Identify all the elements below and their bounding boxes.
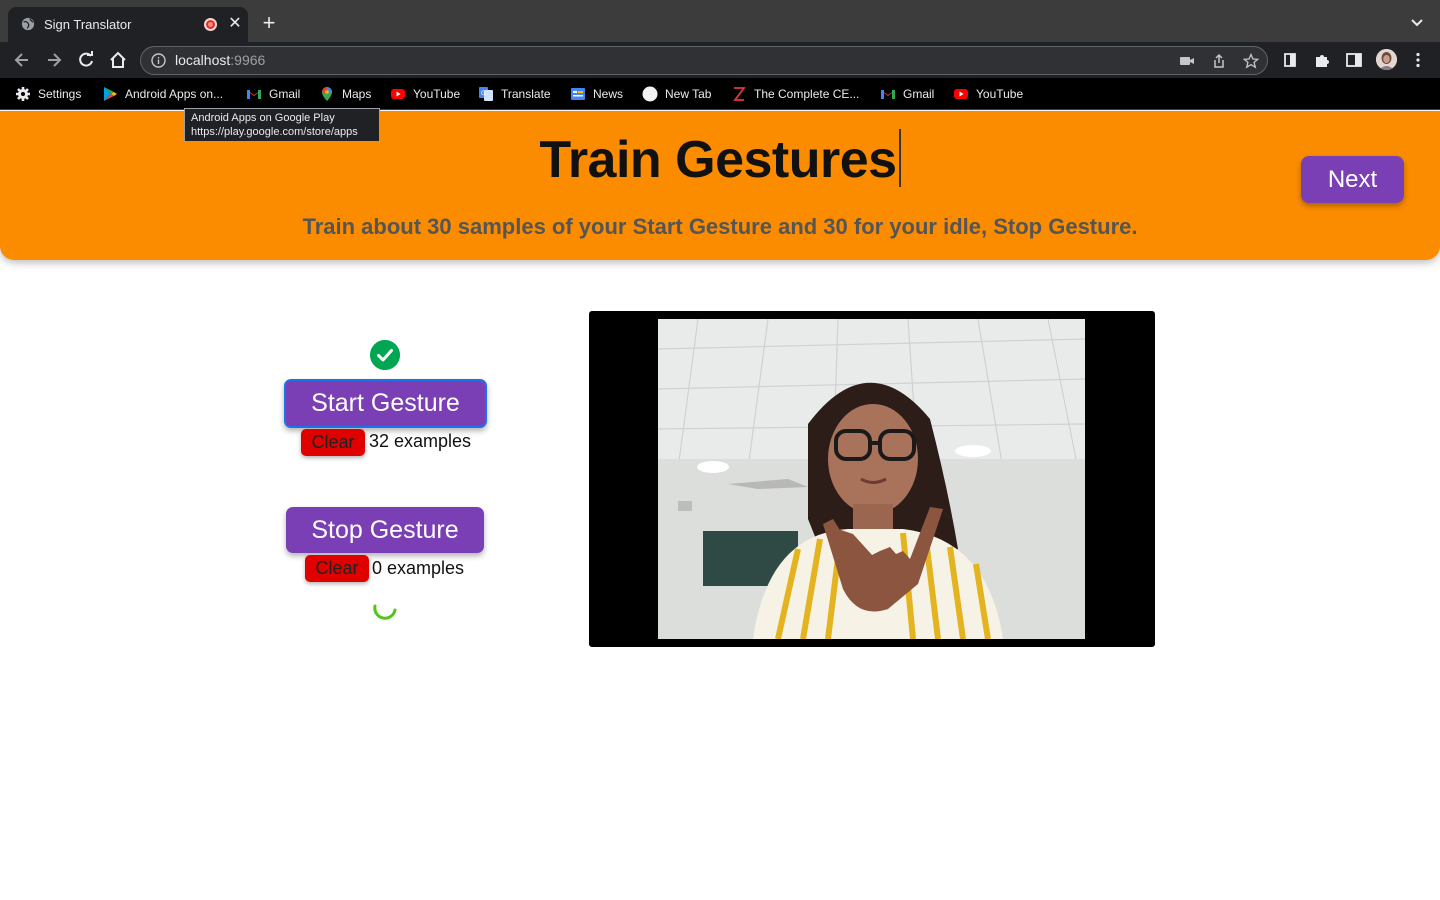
next-button[interactable]: Next xyxy=(1301,156,1404,203)
profile-avatar[interactable] xyxy=(1376,49,1397,70)
news-icon xyxy=(571,88,585,100)
maps-icon xyxy=(322,87,332,101)
tooltip-url: https://play.google.com/store/apps xyxy=(191,126,358,138)
start-example-count: 32 examples xyxy=(369,431,472,451)
text-cursor xyxy=(898,129,901,187)
globe-icon xyxy=(21,17,35,31)
browser-tab-active[interactable]: Sign Translator ✕ xyxy=(8,7,248,42)
address-bar[interactable]: localhost:9966 xyxy=(140,46,1268,75)
forward-arrow-icon[interactable] xyxy=(44,50,64,70)
tooltip-title: Android Apps on Google Play xyxy=(191,112,335,124)
gmail-icon xyxy=(881,90,895,99)
clear-stop-button[interactable]: Clear xyxy=(305,555,369,582)
share-icon[interactable] xyxy=(1211,53,1227,69)
bookmark-tooltip: Android Apps on Google Play https://play… xyxy=(184,108,380,142)
extensions-puzzle-icon[interactable] xyxy=(1313,51,1331,69)
webcam-feed-image xyxy=(658,319,1085,639)
loading-spinner-icon xyxy=(373,604,397,620)
camera-icon[interactable] xyxy=(1179,53,1195,69)
svg-text:G: G xyxy=(481,90,486,97)
home-icon[interactable] xyxy=(108,50,128,70)
side-panel-icon[interactable] xyxy=(1345,51,1363,69)
gmail-icon xyxy=(247,90,261,99)
clear-start-button[interactable]: Clear xyxy=(301,429,365,456)
back-arrow-icon[interactable] xyxy=(12,50,32,70)
page-subtitle: Train about 30 samples of your Start Ges… xyxy=(302,214,1138,239)
tab-strip: Sign Translator ✕ + xyxy=(0,0,1440,42)
reload-icon[interactable] xyxy=(76,50,96,70)
avatar-icon xyxy=(1376,49,1397,70)
close-tab-icon[interactable]: ✕ xyxy=(226,15,244,33)
info-icon[interactable] xyxy=(151,53,166,68)
recording-indicator-icon xyxy=(204,18,217,31)
tab-title: Sign Translator xyxy=(44,17,132,32)
gear-icon xyxy=(16,87,30,101)
check-circle-icon xyxy=(370,340,400,370)
webcam-container xyxy=(589,311,1155,647)
stop-gesture-button[interactable]: Stop Gesture xyxy=(286,507,484,553)
bookmarks-bar: Settings Android Apps on... Gmail Maps Y… xyxy=(0,78,1440,110)
webcam-video xyxy=(658,319,1085,639)
start-gesture-button[interactable]: Start Gesture xyxy=(284,379,487,428)
stop-example-count: 0 examples xyxy=(372,558,465,578)
chevron-down-icon[interactable] xyxy=(1408,14,1426,32)
extension-shield-icon[interactable] xyxy=(1281,51,1299,69)
bookmark-star-icon[interactable] xyxy=(1243,53,1259,69)
youtube-icon xyxy=(954,89,968,99)
url-text: localhost:9966 xyxy=(175,52,266,68)
browser-toolbar: localhost:9966 xyxy=(0,42,1440,78)
globe-icon xyxy=(642,86,658,102)
google-play-icon xyxy=(104,87,117,101)
new-tab-button[interactable]: + xyxy=(259,12,279,34)
more-menu-icon[interactable] xyxy=(1409,51,1427,69)
zomato-icon xyxy=(733,87,746,101)
page-content: Train Gestures Train about 30 samples of… xyxy=(0,111,1440,900)
translate-icon: G xyxy=(479,87,493,101)
youtube-icon xyxy=(391,89,405,99)
